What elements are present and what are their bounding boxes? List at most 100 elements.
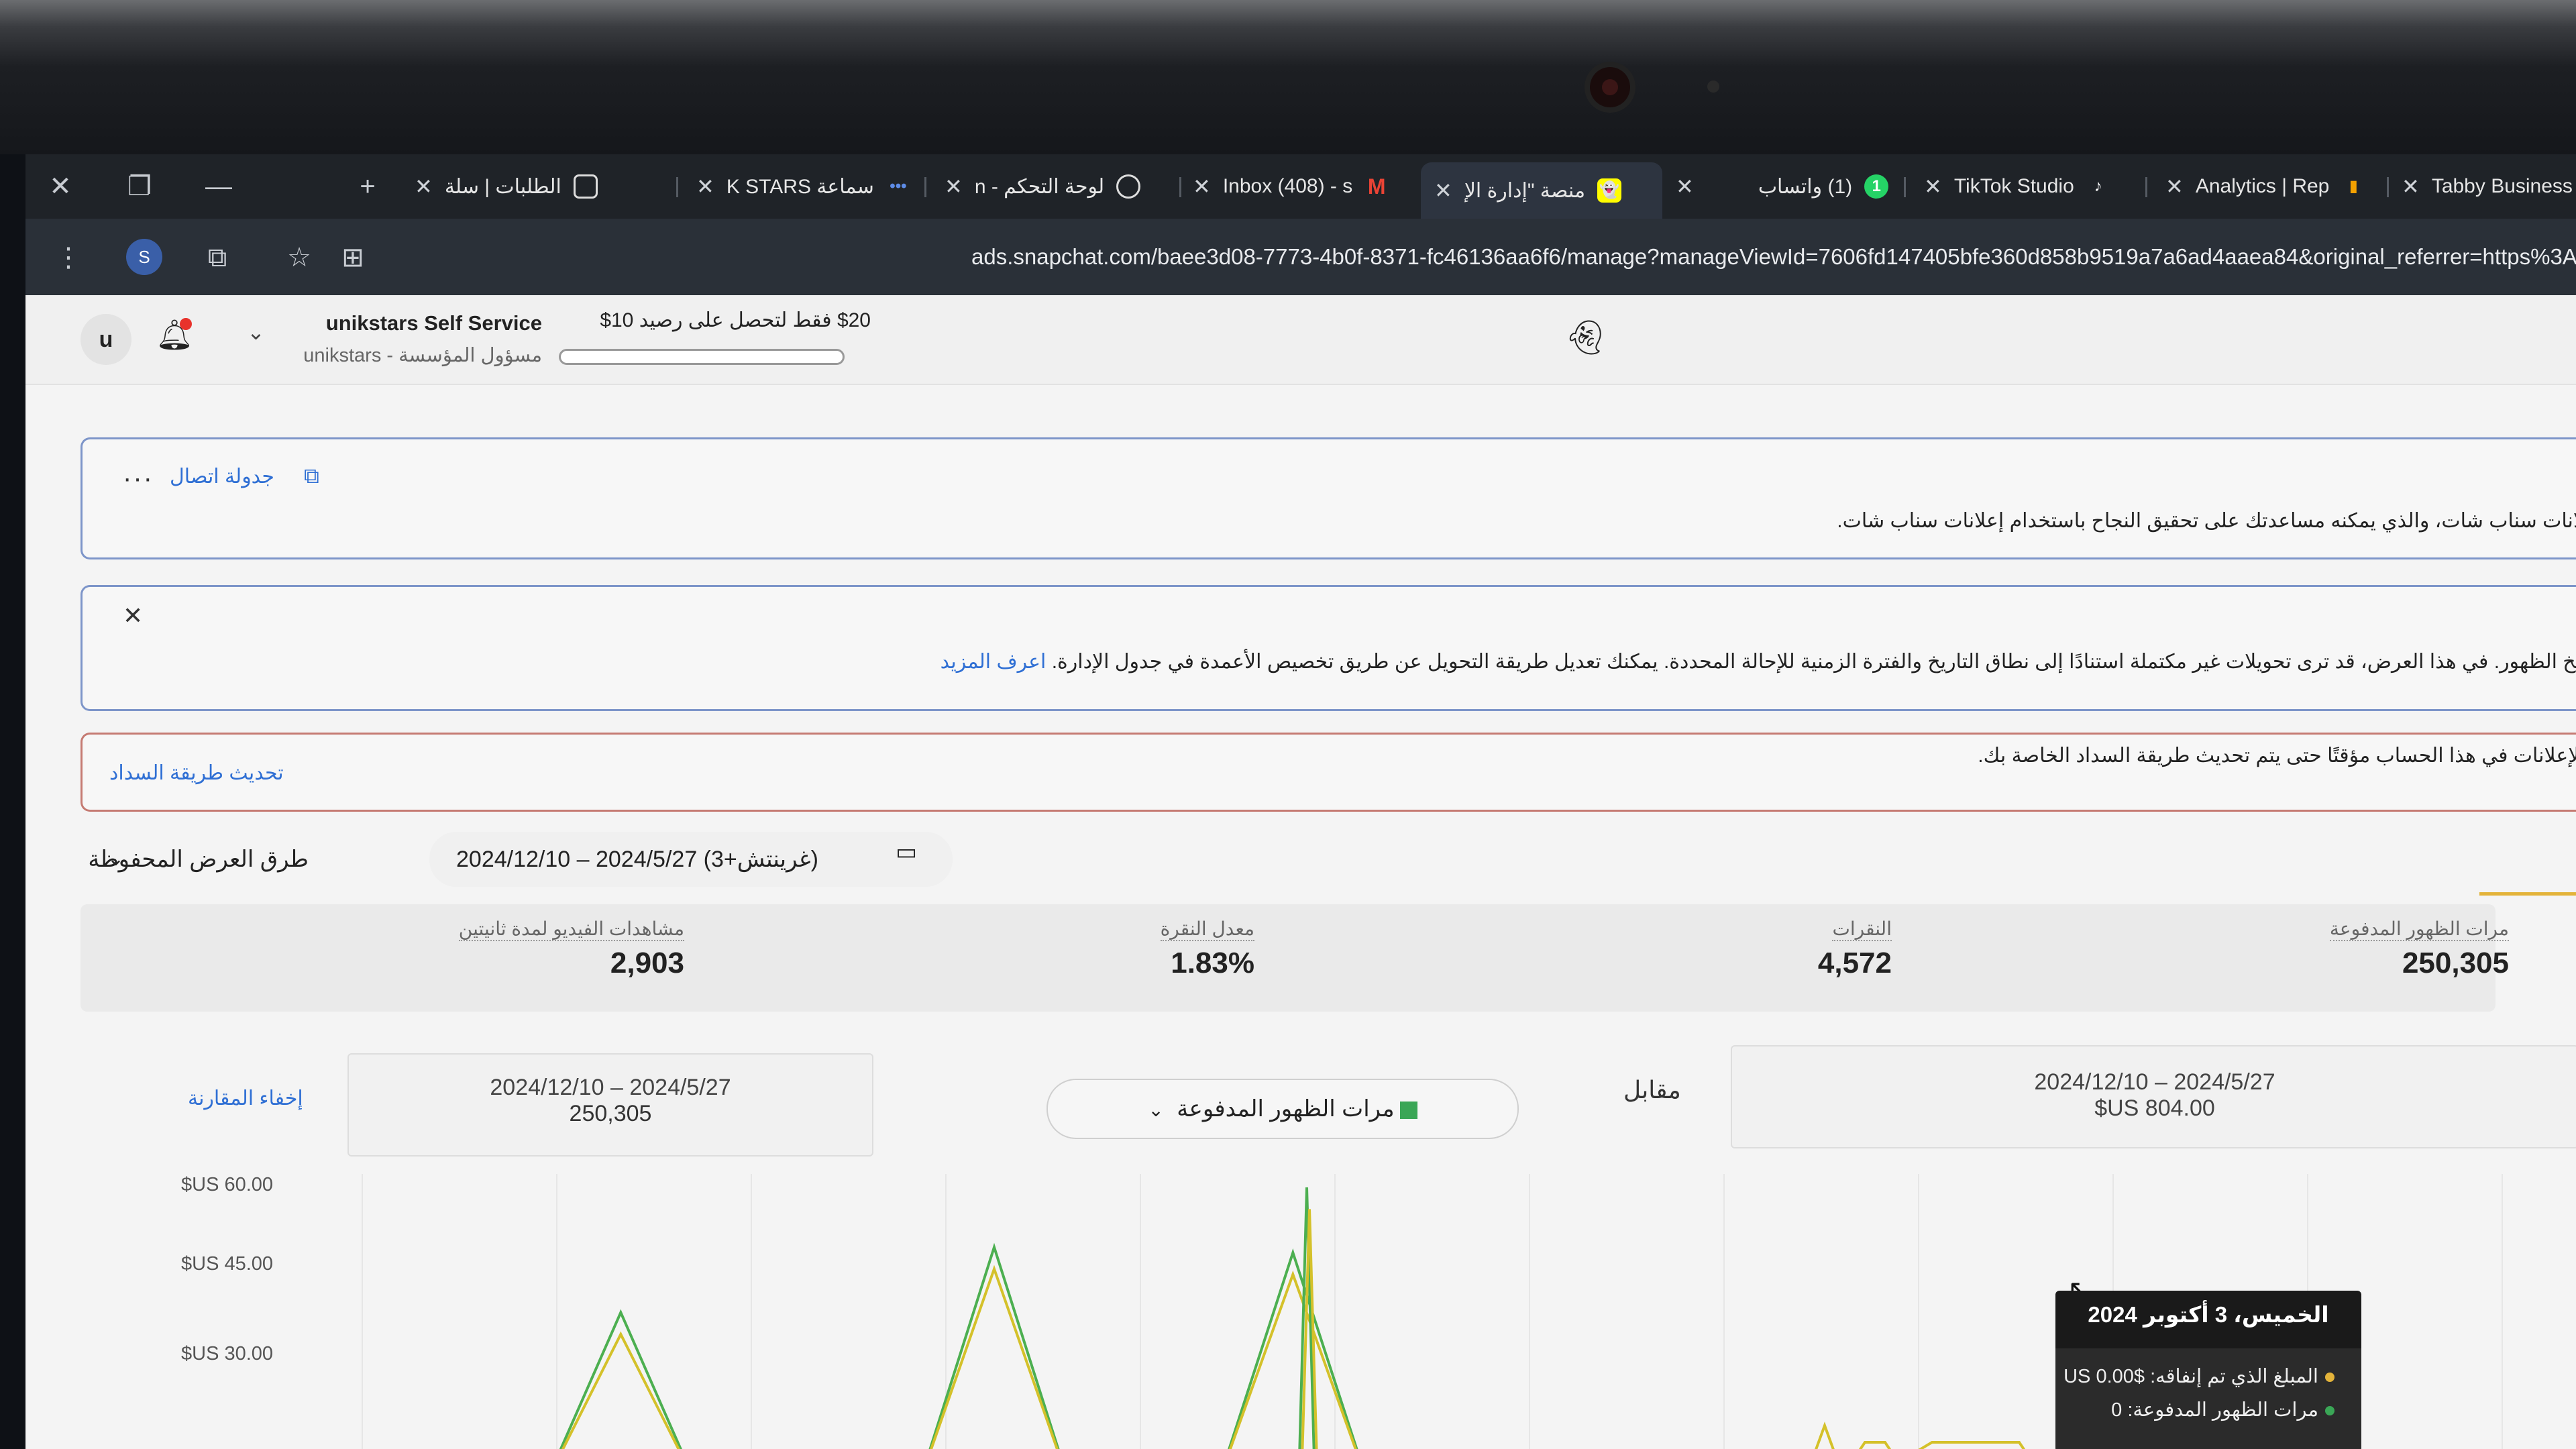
extensions-icon[interactable]: ⧉ — [199, 239, 236, 276]
kpi-strip: مرات الظهور المدفوعة 250,305 النقرات 4,5… — [80, 904, 2509, 1012]
browser-tab-bar: ✕ ❐ — + ✕ الطلبات | سلة ✕ سماعة K STARS … — [25, 154, 2576, 219]
tab-gmail[interactable]: ✕ Inbox (408) - s M — [1179, 164, 1421, 209]
tiktok-icon: ♪ — [2094, 177, 2102, 195]
chevron-down-icon: ⌄ — [1148, 1099, 1164, 1120]
kpi-paid-impressions[interactable]: مرات الظهور المدفوعة 250,305 — [2174, 918, 2509, 980]
tab-separator — [924, 177, 926, 197]
comparison-left-range: 2024/12/10 – 2024/5/27 — [490, 1075, 731, 1100]
comparison-right-box: 2024/12/10 – 2024/5/27 $US 804.00 — [1731, 1045, 2576, 1148]
whatsapp-icon: 1 — [1864, 174, 1889, 199]
kpi-value: 4,572 — [1817, 947, 1892, 979]
tooltip-body: المبلغ الذي تم إنفاقه: US 0.00$ مرات الظ… — [2055, 1348, 2361, 1449]
close-tab-icon[interactable]: ✕ — [415, 174, 433, 199]
close-tab-icon[interactable]: ✕ — [696, 174, 714, 199]
tooltip-impressions-text: مرات الظهور المدفوعة: 0 — [2111, 1399, 2318, 1421]
close-tab-icon[interactable]: ✕ — [1434, 178, 1452, 203]
snapchat-icon: 👻 — [1597, 178, 1622, 203]
spend-dot — [2325, 1373, 2334, 1383]
close-tab-icon[interactable]: ✕ — [1924, 174, 1942, 199]
comparison-right-value: $US 804.00 — [2094, 1095, 2215, 1121]
close-icon[interactable]: ✕ — [123, 602, 143, 630]
close-tab-icon[interactable]: ✕ — [1193, 174, 1211, 199]
credit-promo[interactable]: $20 فقط لتحصل على رصيد 10$ — [562, 309, 871, 332]
profile-avatar[interactable]: S — [126, 239, 162, 275]
tab-title: TikTok Studio — [1953, 175, 2074, 197]
tab-analytics[interactable]: ✕ Analytics | Rep ▮ — [2152, 164, 2387, 209]
impressions-dot — [2325, 1406, 2334, 1416]
restore-window-icon[interactable]: ❐ — [119, 166, 160, 207]
salla-icon — [573, 174, 598, 199]
learn-more-link[interactable]: اعرف المزيد — [941, 651, 1046, 673]
kpi-swipes[interactable]: النقرات 4,572 — [1556, 918, 1892, 980]
tooltip-date: الخميس، 3 أكتوبر 2024 — [2088, 1302, 2329, 1327]
new-tab-button[interactable]: + — [347, 166, 388, 207]
translate-icon[interactable]: ⊞ — [334, 239, 372, 276]
tab-separator — [676, 177, 678, 197]
kpi-swipe-rate[interactable]: معدل النقرة 1.83% — [919, 918, 1254, 980]
close-tab-icon[interactable]: ✕ — [945, 174, 963, 199]
tooltip-spend: المبلغ الذي تم إنفاقه: US 0.00$ — [2063, 1364, 2334, 1388]
tab-kstars[interactable]: ✕ سماعة K STARS ••• — [683, 164, 924, 209]
tab-title: الطلبات | سلة — [444, 175, 561, 198]
comparison-row: إخفاء المقارنة 2024/12/10 – 2024/5/27 25… — [80, 1045, 2576, 1166]
external-link-icon: ⧉ — [304, 464, 319, 488]
tooltip-impressions: مرات الظهور المدفوعة: 0 — [2111, 1398, 2334, 1421]
saved-views-dropdown[interactable]: ⌄ طرق العرض المحفوظة — [80, 832, 335, 887]
tab-title: Inbox (408) - s — [1222, 175, 1353, 197]
account-role: unikstars - مسؤول المؤسسة — [303, 345, 542, 366]
close-tab-icon[interactable]: ✕ — [2402, 174, 2420, 199]
green-legend-square — [1399, 1102, 1417, 1120]
kpi-label: معدل النقرة — [1160, 918, 1254, 941]
kpi-video-views[interactable]: مشاهدات الفيديو لمدة ثانيتين 2,903 — [349, 918, 684, 980]
bookmark-star-icon[interactable]: ☆ — [280, 239, 318, 276]
kpi-label: مشاهدات الفيديو لمدة ثانيتين — [458, 918, 684, 941]
browser-toolbar: ⋮ S ⧉ ☆ ⊞ ads.snapchat.com/baee3d08-7773… — [25, 219, 2576, 295]
close-tab-icon[interactable]: ✕ — [1676, 174, 1694, 199]
tab-dashboard[interactable]: ✕ لوحة التحكم - n — [931, 164, 1179, 209]
close-tab-icon[interactable]: ✕ — [2165, 174, 2184, 199]
globe-icon — [1116, 174, 1141, 199]
tab-salla[interactable]: ✕ الطلبات | سلة — [401, 164, 676, 209]
date-range-picker[interactable]: 2024/12/10 – 2024/5/27 (غرينتش+3) — [429, 832, 953, 887]
filters-row: ⌄ طرق العرض المحفوظة 2024/12/10 – 2024/5… — [80, 832, 993, 892]
account-name[interactable]: unikstars Self Service — [301, 311, 542, 335]
attribution-banner-text: تاريخ الظهور. في هذا العرض، قد ترى تحويل… — [941, 650, 2576, 674]
tab-title: Analytics | Rep — [2195, 175, 2330, 197]
address-bar[interactable]: ads.snapchat.com/baee3d08-7773-4b0f-8371… — [971, 236, 2576, 278]
hide-comparison-link[interactable]: إخفاء المقارنة — [188, 1087, 303, 1110]
snapchat-ghost-icon[interactable]: 👻︎ — [1562, 314, 1609, 361]
notification-dot — [180, 318, 192, 330]
tab-separator — [1904, 177, 1906, 197]
attribution-text: تاريخ الظهور. في هذا العرض، قد ترى تحويل… — [1051, 651, 2576, 673]
more-options-icon[interactable]: ··· — [123, 464, 154, 494]
right-bumps-mark — [1815, 1421, 2026, 1449]
tab-whatsapp[interactable]: ✕ (1) واتساب 1 — [1662, 164, 1917, 209]
promo-progress-bar — [559, 349, 845, 365]
tab-title: Tabby Business — [2431, 175, 2573, 197]
kpi-selected-accent — [2479, 892, 2576, 896]
close-window-icon[interactable]: ✕ — [40, 166, 80, 207]
chart-tooltip: الخميس، 3 أكتوبر 2024 المبلغ الذي تم إنف… — [2055, 1291, 2361, 1449]
kpi-value: 2,903 — [610, 947, 684, 979]
chevron-down-icon[interactable]: ⌄ — [247, 319, 265, 345]
comparison-right-range: 2024/12/10 – 2024/5/27 — [2034, 1069, 2275, 1095]
tooltip-spend-text: المبلغ الذي تم إنفاقه: US 0.00$ — [2063, 1366, 2318, 1387]
metric-label: مرات الظهور المدفوعة — [1177, 1096, 1395, 1122]
dots-icon: ••• — [890, 177, 907, 195]
schedule-call-link[interactable]: جدولة اتصال — [170, 465, 274, 488]
tab-tabby[interactable]: ✕ Tabby Business — [2388, 164, 2576, 209]
snapchat-ads-page: u 🔔︎ ⌄ unikstars Self Service unikstars … — [25, 295, 2576, 1449]
menu-kebab-icon[interactable]: ⋮ — [50, 239, 87, 276]
tab-snapchat-ads[interactable]: ✕ منصة "إدارة الإ 👻 — [1421, 162, 1662, 219]
update-payment-link[interactable]: تحديث طريقة السداد — [109, 761, 284, 785]
calendar-icon[interactable]: ▭ — [896, 839, 917, 865]
user-avatar[interactable]: u — [80, 314, 131, 365]
minimize-window-icon[interactable]: — — [199, 166, 239, 207]
versus-label: مقابل — [1623, 1076, 1681, 1104]
metric-dropdown[interactable]: مرات الظهور المدفوعة ⌄ — [1046, 1079, 1519, 1139]
tab-tiktok[interactable]: ✕ TikTok Studio ♪ — [1911, 164, 2145, 209]
sensor-dot — [1707, 80, 1719, 93]
top-navigation: u 🔔︎ ⌄ unikstars Self Service unikstars … — [25, 295, 2576, 385]
payment-warning-banner: تحديث طريقة السداد ع الإعلانات في هذا ال… — [80, 733, 2576, 812]
comparison-left-box: 2024/12/10 – 2024/5/27 250,305 — [347, 1053, 873, 1157]
